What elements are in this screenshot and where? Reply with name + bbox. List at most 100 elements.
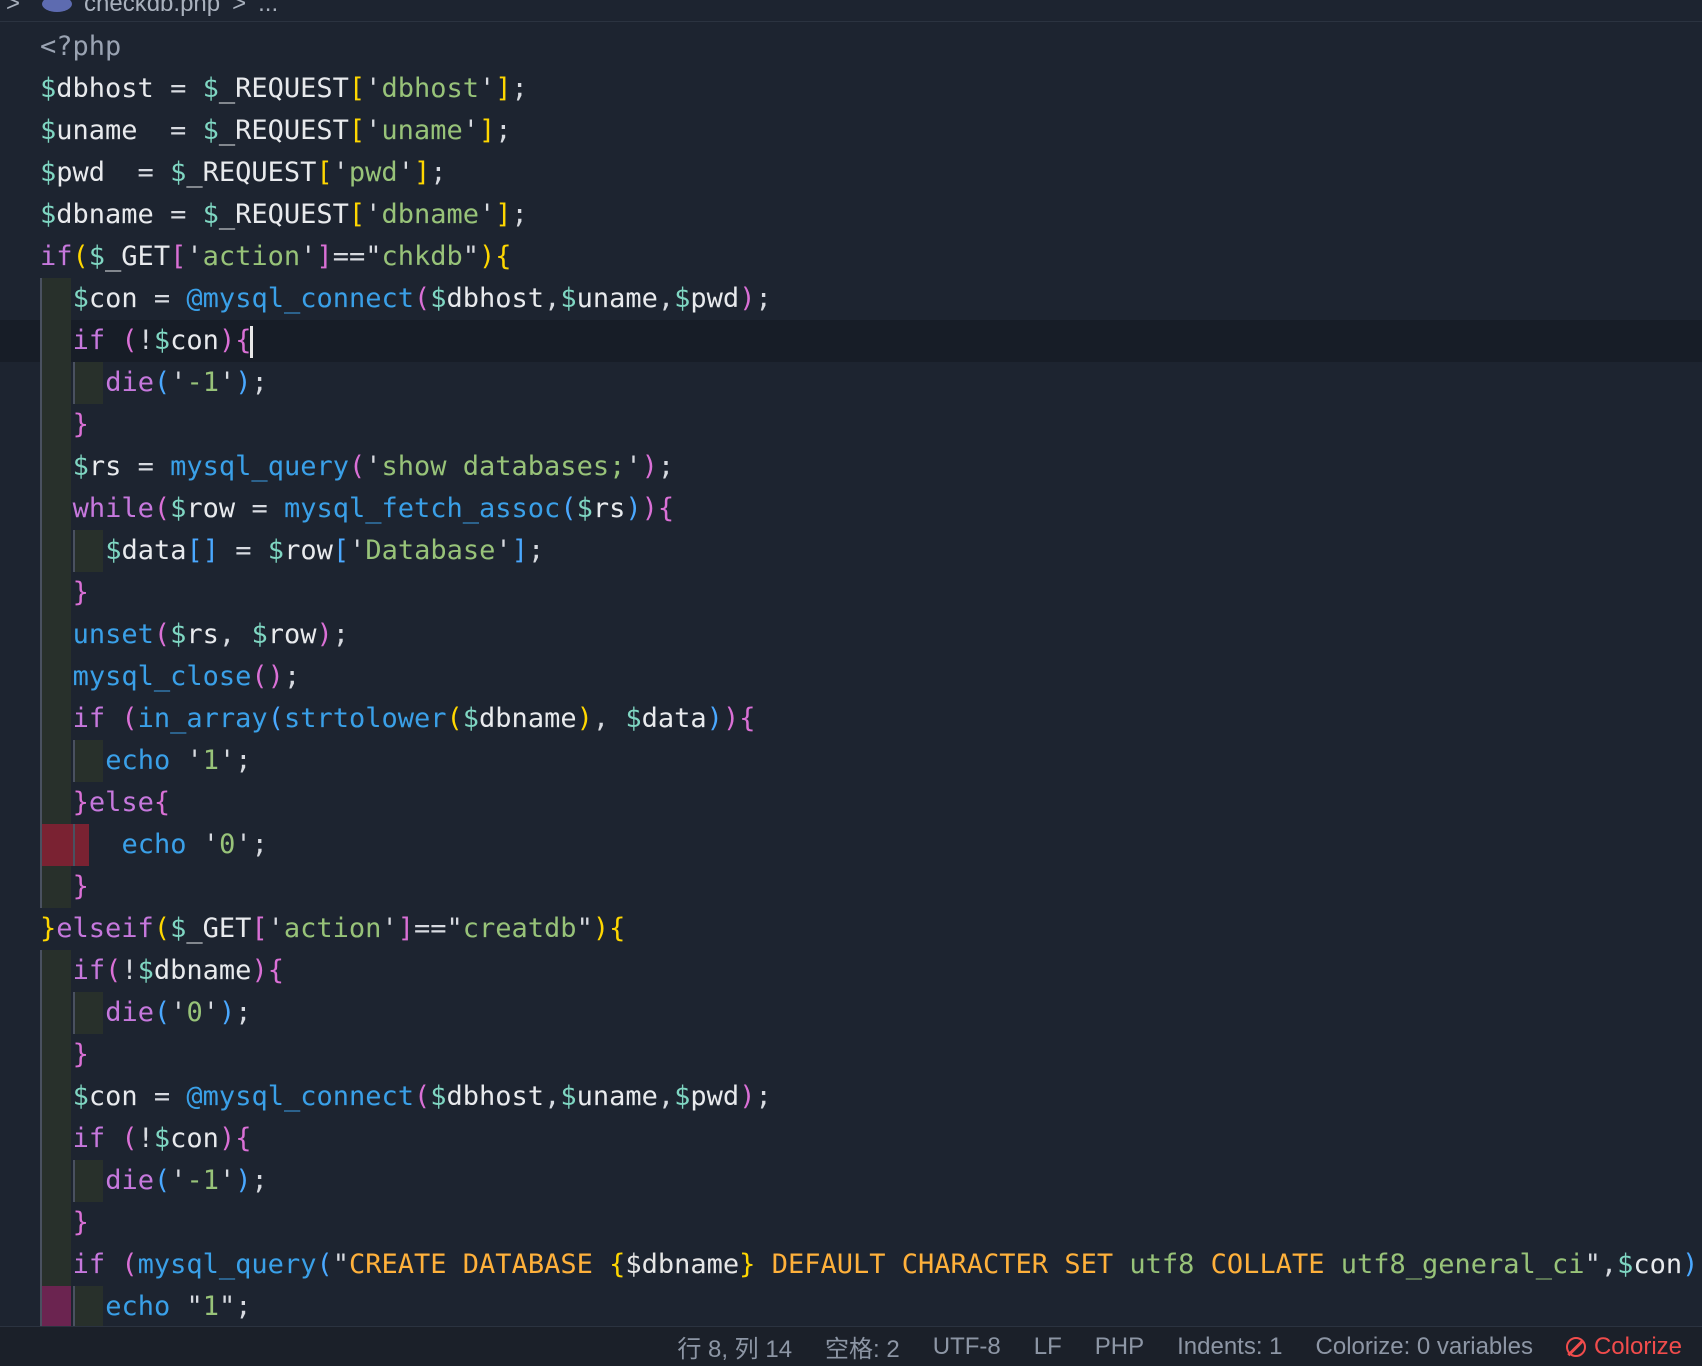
indent-guide-line (40, 1202, 42, 1244)
indent-guide (40, 404, 71, 446)
indent-guide-line (40, 1160, 42, 1202)
indent-guide-line (40, 950, 42, 992)
indent-guide (40, 866, 71, 908)
indent-guide-line (40, 530, 42, 572)
code-line[interactable]: } (0, 404, 1702, 446)
code-line[interactable]: $rs = mysql_query('show databases;'); (0, 446, 1702, 488)
code-line[interactable]: die('0'); (0, 992, 1702, 1034)
indent-guide-line (72, 1160, 75, 1202)
code-text: $con = @mysql_connect($dbhost,$uname,$pw… (72, 283, 772, 314)
code-line[interactable]: while($row = mysql_fetch_assoc($rs)){ (0, 488, 1702, 530)
code-line[interactable]: $con = @mysql_connect($dbhost,$uname,$pw… (0, 278, 1702, 320)
code-line[interactable]: } (0, 1202, 1702, 1244)
breadcrumb-trail[interactable]: ... (258, 0, 278, 18)
code-text: if($_GET['action']=="chkdb"){ (40, 241, 512, 272)
breadcrumb-file[interactable]: checkdb.php (84, 0, 220, 18)
code-line[interactable]: <?php (0, 26, 1702, 68)
code-line[interactable]: }else{ (0, 782, 1702, 824)
text-cursor (250, 325, 254, 358)
indent-guide-line (40, 866, 42, 908)
code-line[interactable]: }elseif($_GET['action']=="creatdb"){ (0, 908, 1702, 950)
code-text: echo '0'; (121, 829, 268, 860)
code-line[interactable]: } (0, 1034, 1702, 1076)
code-text: if (mysql_query("CREATE DATABASE {$dbnam… (72, 1249, 1702, 1280)
indent-guide-line (40, 1118, 42, 1160)
code-line[interactable]: } (0, 866, 1702, 908)
indent-guide (40, 1076, 71, 1118)
indent-guide-line (72, 824, 75, 866)
indent-guide (72, 1160, 104, 1202)
code-text: $rs = mysql_query('show databases;'); (72, 451, 675, 482)
code-line[interactable]: $data[] = $row['Database']; (0, 530, 1702, 572)
code-line[interactable]: if (in_array(strtolower($dbname), $data)… (0, 698, 1702, 740)
indent-guide (40, 320, 71, 362)
code-line[interactable]: unset($rs, $row); (0, 614, 1702, 656)
code-text: die('0'); (105, 997, 252, 1028)
code-text: $data[] = $row['Database']; (105, 535, 545, 566)
code-line[interactable]: $dbname = $_REQUEST['dbname']; (0, 194, 1702, 236)
breadcrumb-separator: > (232, 0, 247, 17)
colorize-button[interactable]: Colorize (1565, 1333, 1682, 1361)
indent-guide-line (72, 530, 75, 572)
indent-guide-line (40, 278, 42, 320)
indent-guide-line (40, 614, 42, 656)
code-line[interactable]: if (mysql_query("CREATE DATABASE {$dbnam… (0, 1244, 1702, 1286)
indent-guide-line (72, 740, 75, 782)
code-line[interactable]: die('-1'); (0, 1160, 1702, 1202)
code-line[interactable]: $pwd = $_REQUEST['pwd']; (0, 152, 1702, 194)
indent-guide-line (40, 698, 42, 740)
code-text: <?php (40, 31, 122, 62)
code-text: } (72, 871, 89, 902)
code-line[interactable]: echo "1"; (0, 1286, 1702, 1328)
language-mode[interactable]: PHP (1095, 1333, 1144, 1361)
code-line[interactable]: echo '0'; (0, 824, 1702, 866)
indent-guide-line (40, 404, 42, 446)
code-text: $uname = $_REQUEST['uname']; (40, 115, 512, 146)
code-line[interactable]: $dbhost = $_REQUEST['dbhost']; (0, 68, 1702, 110)
code-text: } (72, 409, 89, 440)
code-line[interactable]: } (0, 572, 1702, 614)
colorize-info[interactable]: Colorize: 0 variables (1316, 1333, 1533, 1361)
cursor-position[interactable]: 行 8, 列 14 (677, 1329, 792, 1364)
code-text: if (!$con){ (72, 325, 254, 358)
indent-guide (40, 740, 71, 782)
indent-guide-line (40, 1034, 42, 1076)
end-of-line[interactable]: LF (1034, 1333, 1062, 1361)
code-line[interactable]: if($_GET['action']=="chkdb"){ (0, 236, 1702, 278)
code-text: $dbname = $_REQUEST['dbname']; (40, 199, 528, 230)
indent-guide-line (72, 992, 75, 1034)
code-text: if (in_array(strtolower($dbname), $data)… (72, 703, 756, 734)
code-text: } (72, 577, 89, 608)
code-text: die('-1'); (105, 1165, 268, 1196)
indent-guide (40, 1202, 71, 1244)
indent-guide-line (40, 1244, 42, 1286)
code-line[interactable]: if (!$con){ (0, 1118, 1702, 1160)
code-line[interactable]: mysql_close(); (0, 656, 1702, 698)
code-line[interactable]: $con = @mysql_connect($dbhost,$uname,$pw… (0, 1076, 1702, 1118)
indent-guide (40, 446, 71, 488)
code-line[interactable]: die('-1'); (0, 362, 1702, 404)
editor-window: > checkdb.php > ... <?php $dbhost = $_REQ… (0, 0, 1702, 1366)
code-text: }elseif($_GET['action']=="creatdb"){ (40, 913, 626, 944)
indent-guide (72, 992, 104, 1034)
indent-guide-line (40, 992, 42, 1034)
indent-guide (40, 656, 71, 698)
indent-guide-line (72, 1286, 75, 1328)
indent-spaces[interactable]: 空格: 2 (825, 1329, 900, 1364)
indents-info[interactable]: Indents: 1 (1177, 1333, 1282, 1361)
indent-guide (40, 1034, 71, 1076)
code-editor[interactable]: <?php $dbhost = $_REQUEST['dbhost']; $unam… (0, 26, 1702, 1328)
code-line[interactable]: if (!$con){ (0, 320, 1702, 362)
code-line[interactable]: if(!$dbname){ (0, 950, 1702, 992)
indent-guide (40, 782, 71, 824)
code-line[interactable]: $uname = $_REQUEST['uname']; (0, 110, 1702, 152)
indent-guide (40, 614, 71, 656)
code-line[interactable]: echo '1'; (0, 740, 1702, 782)
indent-guide (40, 488, 71, 530)
file-encoding[interactable]: UTF-8 (933, 1333, 1001, 1361)
indent-guide (40, 530, 71, 572)
status-bar: 行 8, 列 14 空格: 2 UTF-8 LF PHP Indents: 1 … (0, 1326, 1702, 1366)
breadcrumb-separator: > (6, 0, 21, 17)
indent-guide (72, 362, 104, 404)
indent-guide-line (40, 320, 42, 362)
